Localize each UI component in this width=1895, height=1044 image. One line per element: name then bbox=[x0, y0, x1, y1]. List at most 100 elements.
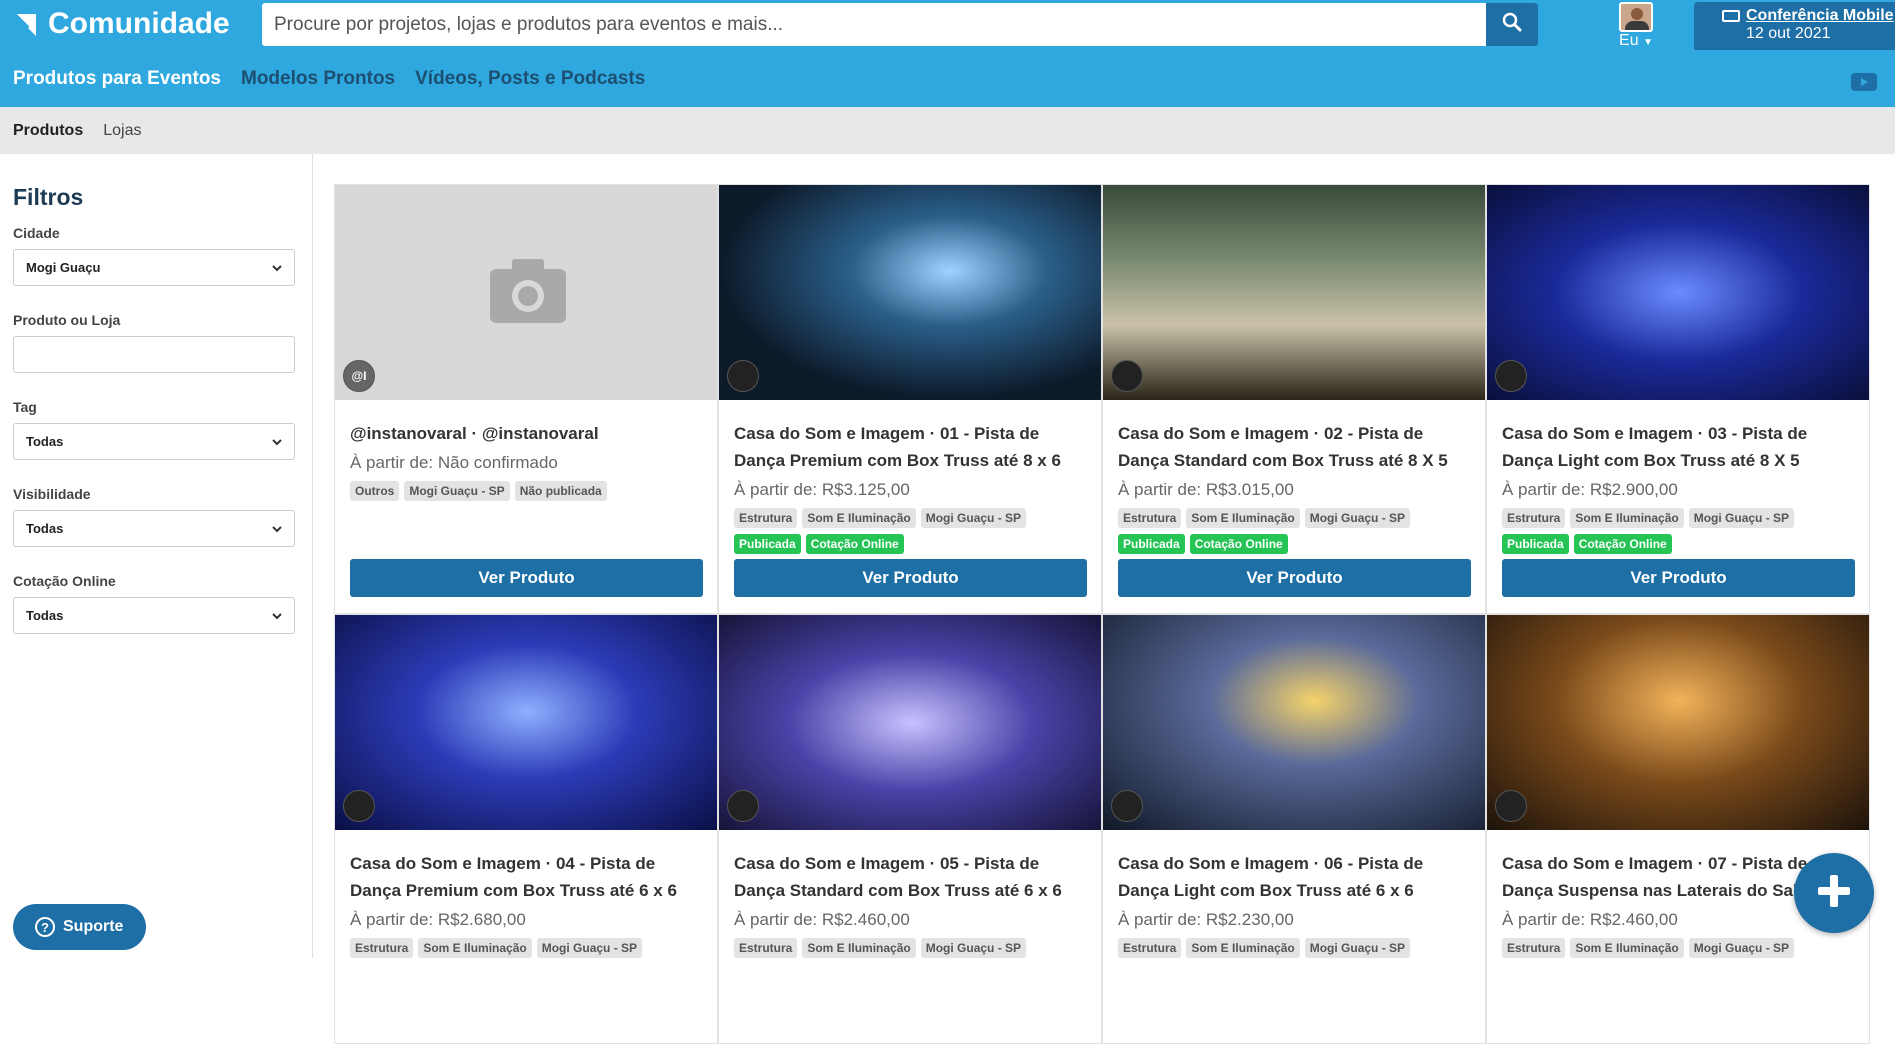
product-card[interactable]: Casa do Som e Imagem · 07 - Pista de Dan… bbox=[1486, 614, 1870, 1044]
tag-badge[interactable]: Estrutura bbox=[1502, 938, 1566, 958]
product-card[interactable]: Casa do Som e Imagem · 04 - Pista de Dan… bbox=[334, 614, 718, 1044]
tag-badge[interactable]: Outros bbox=[350, 481, 400, 501]
tag-list: Estrutura Som E Iluminação Mogi Guaçu - SP… bbox=[734, 508, 1094, 560]
tag-badge[interactable]: Não publicada bbox=[514, 481, 607, 501]
tag-badge[interactable]: Mogi Guaçu - SP bbox=[1304, 938, 1411, 958]
visibility-select[interactable]: Todas bbox=[13, 510, 295, 547]
product-title[interactable]: Casa do Som e Imagem · 05 - Pista de Dan… bbox=[734, 850, 1094, 904]
tag-badge[interactable]: Estrutura bbox=[734, 938, 798, 958]
product-image[interactable] bbox=[719, 615, 1101, 830]
tag-badge[interactable]: Mogi Guaçu - SP bbox=[1688, 938, 1795, 958]
tag-badge[interactable]: Estrutura bbox=[1118, 938, 1182, 958]
product-card[interactable]: Casa do Som e Imagem · 06 - Pista de Dan… bbox=[1102, 614, 1486, 1044]
product-card[interactable]: Casa do Som e Imagem · 05 - Pista de Dan… bbox=[718, 614, 1102, 1044]
visibility-value: Todas bbox=[26, 521, 64, 536]
tag-badge[interactable]: Som E Iluminação bbox=[418, 938, 532, 958]
product-image[interactable] bbox=[1103, 185, 1485, 400]
product-image[interactable] bbox=[335, 615, 717, 830]
user-menu[interactable]: Eu ▼ bbox=[1614, 2, 1658, 49]
product-price: À partir de: R$2.230,00 bbox=[1118, 910, 1294, 929]
product-card[interactable]: Casa do Som e Imagem · 02 - Pista de Dan… bbox=[1102, 184, 1486, 614]
add-button[interactable] bbox=[1794, 853, 1874, 933]
tag-badge[interactable]: Estrutura bbox=[1118, 508, 1182, 528]
store-avatar[interactable]: @I bbox=[343, 360, 375, 392]
tag-badge[interactable]: Estrutura bbox=[734, 508, 798, 528]
quote-select[interactable]: Todas bbox=[13, 597, 295, 634]
product-card[interactable]: @I @instanovaral · @instanovaral À partir … bbox=[334, 184, 718, 614]
status-badge: Publicada bbox=[1502, 534, 1569, 554]
store-avatar[interactable] bbox=[1111, 360, 1143, 392]
store-avatar[interactable] bbox=[727, 360, 759, 392]
tag-badge[interactable]: Mogi Guaçu - SP bbox=[920, 938, 1027, 958]
tag-select[interactable]: Todas bbox=[13, 423, 295, 460]
city-select[interactable]: Mogi Guaçu bbox=[13, 249, 295, 286]
product-image[interactable] bbox=[1103, 615, 1485, 830]
tag-badge[interactable]: Estrutura bbox=[350, 938, 414, 958]
search-button[interactable] bbox=[1486, 3, 1538, 46]
subnav-produtos[interactable]: Produtos bbox=[13, 122, 83, 140]
tag-badge[interactable]: Som E Iluminação bbox=[1186, 938, 1300, 958]
city-label: Cidade bbox=[13, 225, 60, 241]
support-button[interactable]: ? Suporte bbox=[13, 904, 146, 950]
product-title[interactable]: Casa do Som e Imagem · 02 - Pista de Dan… bbox=[1118, 420, 1478, 474]
product-title[interactable]: Casa do Som e Imagem · 06 - Pista de Dan… bbox=[1118, 850, 1478, 904]
status-badge: Cotação Online bbox=[805, 534, 904, 554]
nav-videos-posts-podcasts[interactable]: Vídeos, Posts e Podcasts bbox=[415, 68, 645, 90]
product-image[interactable] bbox=[1487, 615, 1869, 830]
tag-list: Estrutura Som E Iluminação Mogi Guaçu - SP… bbox=[1502, 508, 1862, 560]
tag-badge[interactable]: Som E Iluminação bbox=[1570, 938, 1684, 958]
product-title[interactable]: Casa do Som e Imagem · 04 - Pista de Dan… bbox=[350, 850, 710, 904]
view-product-button[interactable]: Ver Produto bbox=[350, 559, 703, 597]
product-title[interactable]: Casa do Som e Imagem · 01 - Pista de Dan… bbox=[734, 420, 1094, 474]
tag-badge[interactable]: Som E Iluminação bbox=[802, 938, 916, 958]
chevron-down-icon: ▼ bbox=[1643, 37, 1653, 48]
support-label: Suporte bbox=[63, 918, 124, 935]
store-avatar[interactable] bbox=[1495, 790, 1527, 822]
tag-list: Estrutura Som E Iluminação Mogi Guaçu - SP bbox=[1118, 938, 1478, 964]
store-avatar[interactable] bbox=[1111, 790, 1143, 822]
search-input[interactable] bbox=[262, 3, 1486, 46]
tag-badge[interactable]: Mogi Guaçu - SP bbox=[1688, 508, 1795, 528]
event-link[interactable]: Conferência Mobile bbox=[1746, 7, 1895, 25]
product-card[interactable]: Casa do Som e Imagem · 03 - Pista de Dan… bbox=[1486, 184, 1870, 614]
view-product-button[interactable]: Ver Produto bbox=[1502, 559, 1855, 597]
nav-modelos-prontos[interactable]: Modelos Prontos bbox=[241, 68, 395, 90]
video-icon[interactable] bbox=[1851, 73, 1877, 91]
store-avatar[interactable] bbox=[343, 790, 375, 822]
logo-text: Comunidade bbox=[48, 7, 230, 40]
camera-icon bbox=[490, 257, 566, 328]
visibility-label: Visibilidade bbox=[13, 486, 91, 502]
product-image[interactable] bbox=[719, 185, 1101, 400]
chevron-down-icon bbox=[272, 608, 282, 623]
store-avatar[interactable] bbox=[727, 790, 759, 822]
tag-list: Estrutura Som E Iluminação Mogi Guaçu - SP bbox=[1502, 938, 1862, 964]
tag-badge[interactable]: Som E Iluminação bbox=[1186, 508, 1300, 528]
logo[interactable]: Comunidade bbox=[12, 6, 230, 42]
event-icon bbox=[1722, 10, 1740, 22]
product-image[interactable] bbox=[335, 185, 717, 400]
tag-badge[interactable]: Som E Iluminação bbox=[802, 508, 916, 528]
quote-value: Todas bbox=[26, 608, 64, 623]
product-price: À partir de: R$3.015,00 bbox=[1118, 480, 1294, 499]
tag-badge[interactable]: Mogi Guaçu - SP bbox=[1304, 508, 1411, 528]
subnav-lojas[interactable]: Lojas bbox=[103, 122, 141, 140]
tag-badge[interactable]: Mogi Guaçu - SP bbox=[404, 481, 510, 501]
tag-list: Estrutura Som E Iluminação Mogi Guaçu - SP… bbox=[1118, 508, 1478, 560]
tag-list: Estrutura Som E Iluminação Mogi Guaçu - SP bbox=[350, 938, 710, 964]
tag-badge[interactable]: Mogi Guaçu - SP bbox=[536, 938, 643, 958]
event-card[interactable]: Conferência Mobile 12 out 2021 bbox=[1694, 2, 1895, 52]
tag-badge[interactable]: Estrutura bbox=[1502, 508, 1566, 528]
tag-badge[interactable]: Som E Iluminação bbox=[1570, 508, 1684, 528]
store-avatar[interactable] bbox=[1495, 360, 1527, 392]
product-card[interactable]: Casa do Som e Imagem · 01 - Pista de Dan… bbox=[718, 184, 1102, 614]
product-store-input[interactable] bbox=[13, 336, 295, 373]
view-product-button[interactable]: Ver Produto bbox=[1118, 559, 1471, 597]
nav-produtos-para-eventos[interactable]: Produtos para Eventos bbox=[13, 68, 221, 90]
tag-badge[interactable]: Mogi Guaçu - SP bbox=[920, 508, 1027, 528]
product-title[interactable]: @instanovaral · @instanovaral bbox=[350, 420, 710, 447]
tag-label: Tag bbox=[13, 399, 37, 415]
product-title[interactable]: Casa do Som e Imagem · 03 - Pista de Dan… bbox=[1502, 420, 1862, 474]
chevron-down-icon bbox=[272, 521, 282, 536]
product-image[interactable] bbox=[1487, 185, 1869, 400]
view-product-button[interactable]: Ver Produto bbox=[734, 559, 1087, 597]
